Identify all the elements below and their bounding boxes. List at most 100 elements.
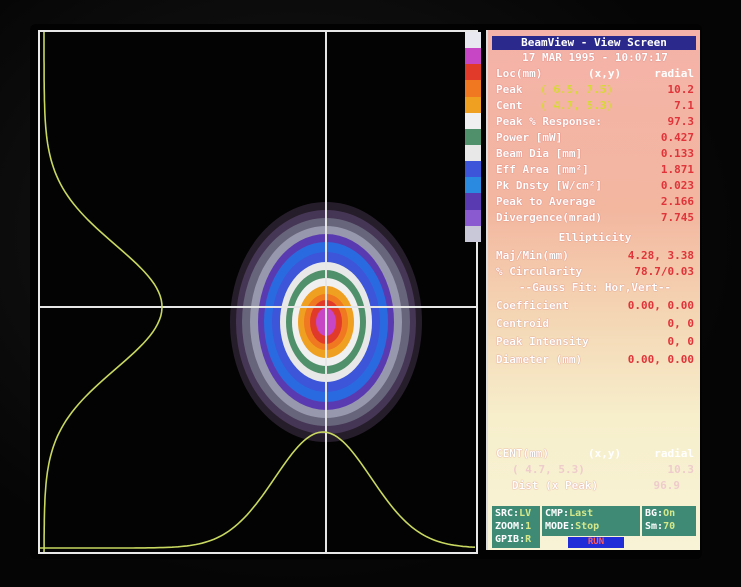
palette-swatch <box>465 48 481 65</box>
eff-area-row: Eff Area [mm²] 1.871 <box>496 162 694 178</box>
sm-value: 70 <box>663 521 676 532</box>
location-cols: (x,y) <box>588 67 622 80</box>
pk-dnsty-label: Pk Dnsty [W/cm²] <box>496 179 602 192</box>
peak-response-label: Peak % Response: <box>496 115 602 128</box>
vertical-profile-curve <box>43 32 163 552</box>
beam-profile-view[interactable] <box>38 30 478 554</box>
beam-dia-label: Beam Dia [mm] <box>496 147 583 160</box>
diameter-value: 0.00, 0.00 <box>627 353 694 366</box>
ellipticity-header-row: Ellipticity <box>496 230 694 246</box>
location-radial: radial <box>654 67 694 80</box>
color-scale-palette <box>465 32 481 242</box>
cent-mm-radial-value: 10.3 <box>667 463 695 476</box>
palette-swatch <box>465 96 481 113</box>
mode-label: MODE: <box>545 521 576 532</box>
horizontal-profile-curve <box>40 431 476 549</box>
peak-to-avg-value: 2.166 <box>660 195 694 208</box>
palette-swatch <box>465 161 481 178</box>
diameter-label: Diameter (mm) <box>496 353 583 366</box>
mode-status[interactable]: CMP:Last MODE:Stop <box>542 506 640 536</box>
cent-value: ( 4.7, 5.3) <box>540 99 613 112</box>
panel-title: BeamView - View Screen <box>492 36 696 50</box>
cent-mm-radial: radial <box>654 447 694 460</box>
eff-area-value: 1.871 <box>660 163 694 176</box>
source-status[interactable]: SRC:LV ZOOM:1 GPIB:R <box>492 506 540 548</box>
diameter-row: Diameter (mm) 0.00, 0.00 <box>496 352 694 368</box>
power-value: 0.427 <box>660 131 694 144</box>
ellipticity-header: Ellipticity <box>558 231 632 244</box>
palette-swatch <box>465 112 481 129</box>
src-value: LV <box>519 508 532 519</box>
centroid-value: 0, 0 <box>667 317 695 330</box>
peak-intensity-value: 0, 0 <box>667 335 695 348</box>
cent-row: Cent ( 4.7, 5.3) 7.1 <box>496 98 694 114</box>
zoom-value: 1 <box>525 521 532 532</box>
palette-swatch <box>465 128 481 145</box>
gauss-header: --Gauss Fit: Hor,Vert-- <box>518 281 672 294</box>
circularity-value: 78.7/0.03 <box>634 265 694 278</box>
cent-mm-label: CENT(mm) <box>496 447 549 460</box>
gpib-label: GPIB: <box>495 534 526 545</box>
cent-mm-value-row: ( 4.7, 5.3) 10.3 <box>496 462 694 478</box>
circularity-row: % Circularity 78.7/0.03 <box>496 264 694 280</box>
coefficient-label: Coefficient <box>496 299 569 312</box>
run-button[interactable]: RUN <box>568 537 624 548</box>
palette-swatch <box>465 80 481 97</box>
peak-to-avg-label: Peak to Average <box>496 195 596 208</box>
beam-dia-row: Beam Dia [mm] 0.133 <box>496 146 694 162</box>
peak-value: ( 6.5, 7.5) <box>540 83 613 96</box>
divergence-value: 7.745 <box>660 211 694 224</box>
status-bar: SRC:LV ZOOM:1 GPIB:R CMP:Last MODE:Stop … <box>492 506 696 548</box>
palette-swatch <box>465 64 481 81</box>
peak-row: Peak ( 6.5, 7.5) 10.2 <box>496 82 694 98</box>
coefficient-value: 0.00, 0.00 <box>627 299 694 312</box>
datetime-row: 17 MAR 1995 - 10:07:17 <box>496 50 694 66</box>
beam-dia-value: 0.133 <box>660 147 694 160</box>
src-label: SRC: <box>495 508 520 519</box>
peak-radial: 10.2 <box>667 83 695 96</box>
peak-response-value: 97.3 <box>667 115 695 128</box>
zoom-label: ZOOM: <box>495 521 526 532</box>
divergence-label: Divergence(mrad) <box>496 211 602 224</box>
beam-image <box>40 32 476 552</box>
circularity-label: % Circularity <box>496 265 583 278</box>
location-header-row: Loc(mm) (x,y) radial <box>496 66 694 82</box>
power-label: Power [mW] <box>496 131 563 144</box>
mode-value: Stop <box>575 521 600 532</box>
cent-label: Cent <box>496 99 523 112</box>
dist-row: Dist (x Peak) 96.9 <box>496 478 694 494</box>
gpib-value: R <box>525 534 532 545</box>
palette-swatch <box>465 193 481 210</box>
pk-dnsty-value: 0.023 <box>660 179 694 192</box>
peak-label: Peak <box>496 83 523 96</box>
maj-min-value: 4.28, 3.38 <box>627 249 694 262</box>
cent-mm-header-row: CENT(mm) (x,y) radial <box>496 446 694 462</box>
gauss-header-row: --Gauss Fit: Hor,Vert-- <box>496 280 694 296</box>
peak-intensity-row: Peak Intensity 0, 0 <box>496 334 694 350</box>
pk-dnsty-row: Pk Dnsty [W/cm²] 0.023 <box>496 178 694 194</box>
dist-value: 96.9 <box>653 479 681 492</box>
bg-label: BG: <box>645 508 664 519</box>
peak-to-avg-row: Peak to Average 2.166 <box>496 194 694 210</box>
divergence-row: Divergence(mrad) 7.745 <box>496 210 694 226</box>
cent-mm-value: ( 4.7, 5.3) <box>512 463 585 476</box>
dist-label: Dist (x Peak) <box>512 479 599 492</box>
background-status[interactable]: BG:On Sm:70 <box>642 506 696 536</box>
centroid-row: Centroid 0, 0 <box>496 316 694 332</box>
location-label: Loc(mm) <box>496 67 543 80</box>
palette-swatch <box>465 144 481 162</box>
power-row: Power [mW] 0.427 <box>496 130 694 146</box>
bg-value: On <box>663 508 676 519</box>
view-screen-panel: BeamView - View Screen 17 MAR 1995 - 10:… <box>486 30 700 550</box>
datetime-text: 17 MAR 1995 - 10:07:17 <box>522 51 668 64</box>
peak-response-row: Peak % Response: 97.3 <box>496 114 694 130</box>
maj-min-label: Maj/Min(mm) <box>496 249 569 262</box>
palette-swatch <box>465 209 481 226</box>
cent-radial: 7.1 <box>674 99 694 112</box>
sm-label: Sm: <box>645 521 664 532</box>
maj-min-row: Maj/Min(mm) 4.28, 3.38 <box>496 248 694 264</box>
palette-swatch <box>465 225 481 242</box>
palette-swatch <box>465 177 481 194</box>
centroid-label: Centroid <box>496 317 549 330</box>
cent-mm-cols: (x,y) <box>588 447 622 460</box>
